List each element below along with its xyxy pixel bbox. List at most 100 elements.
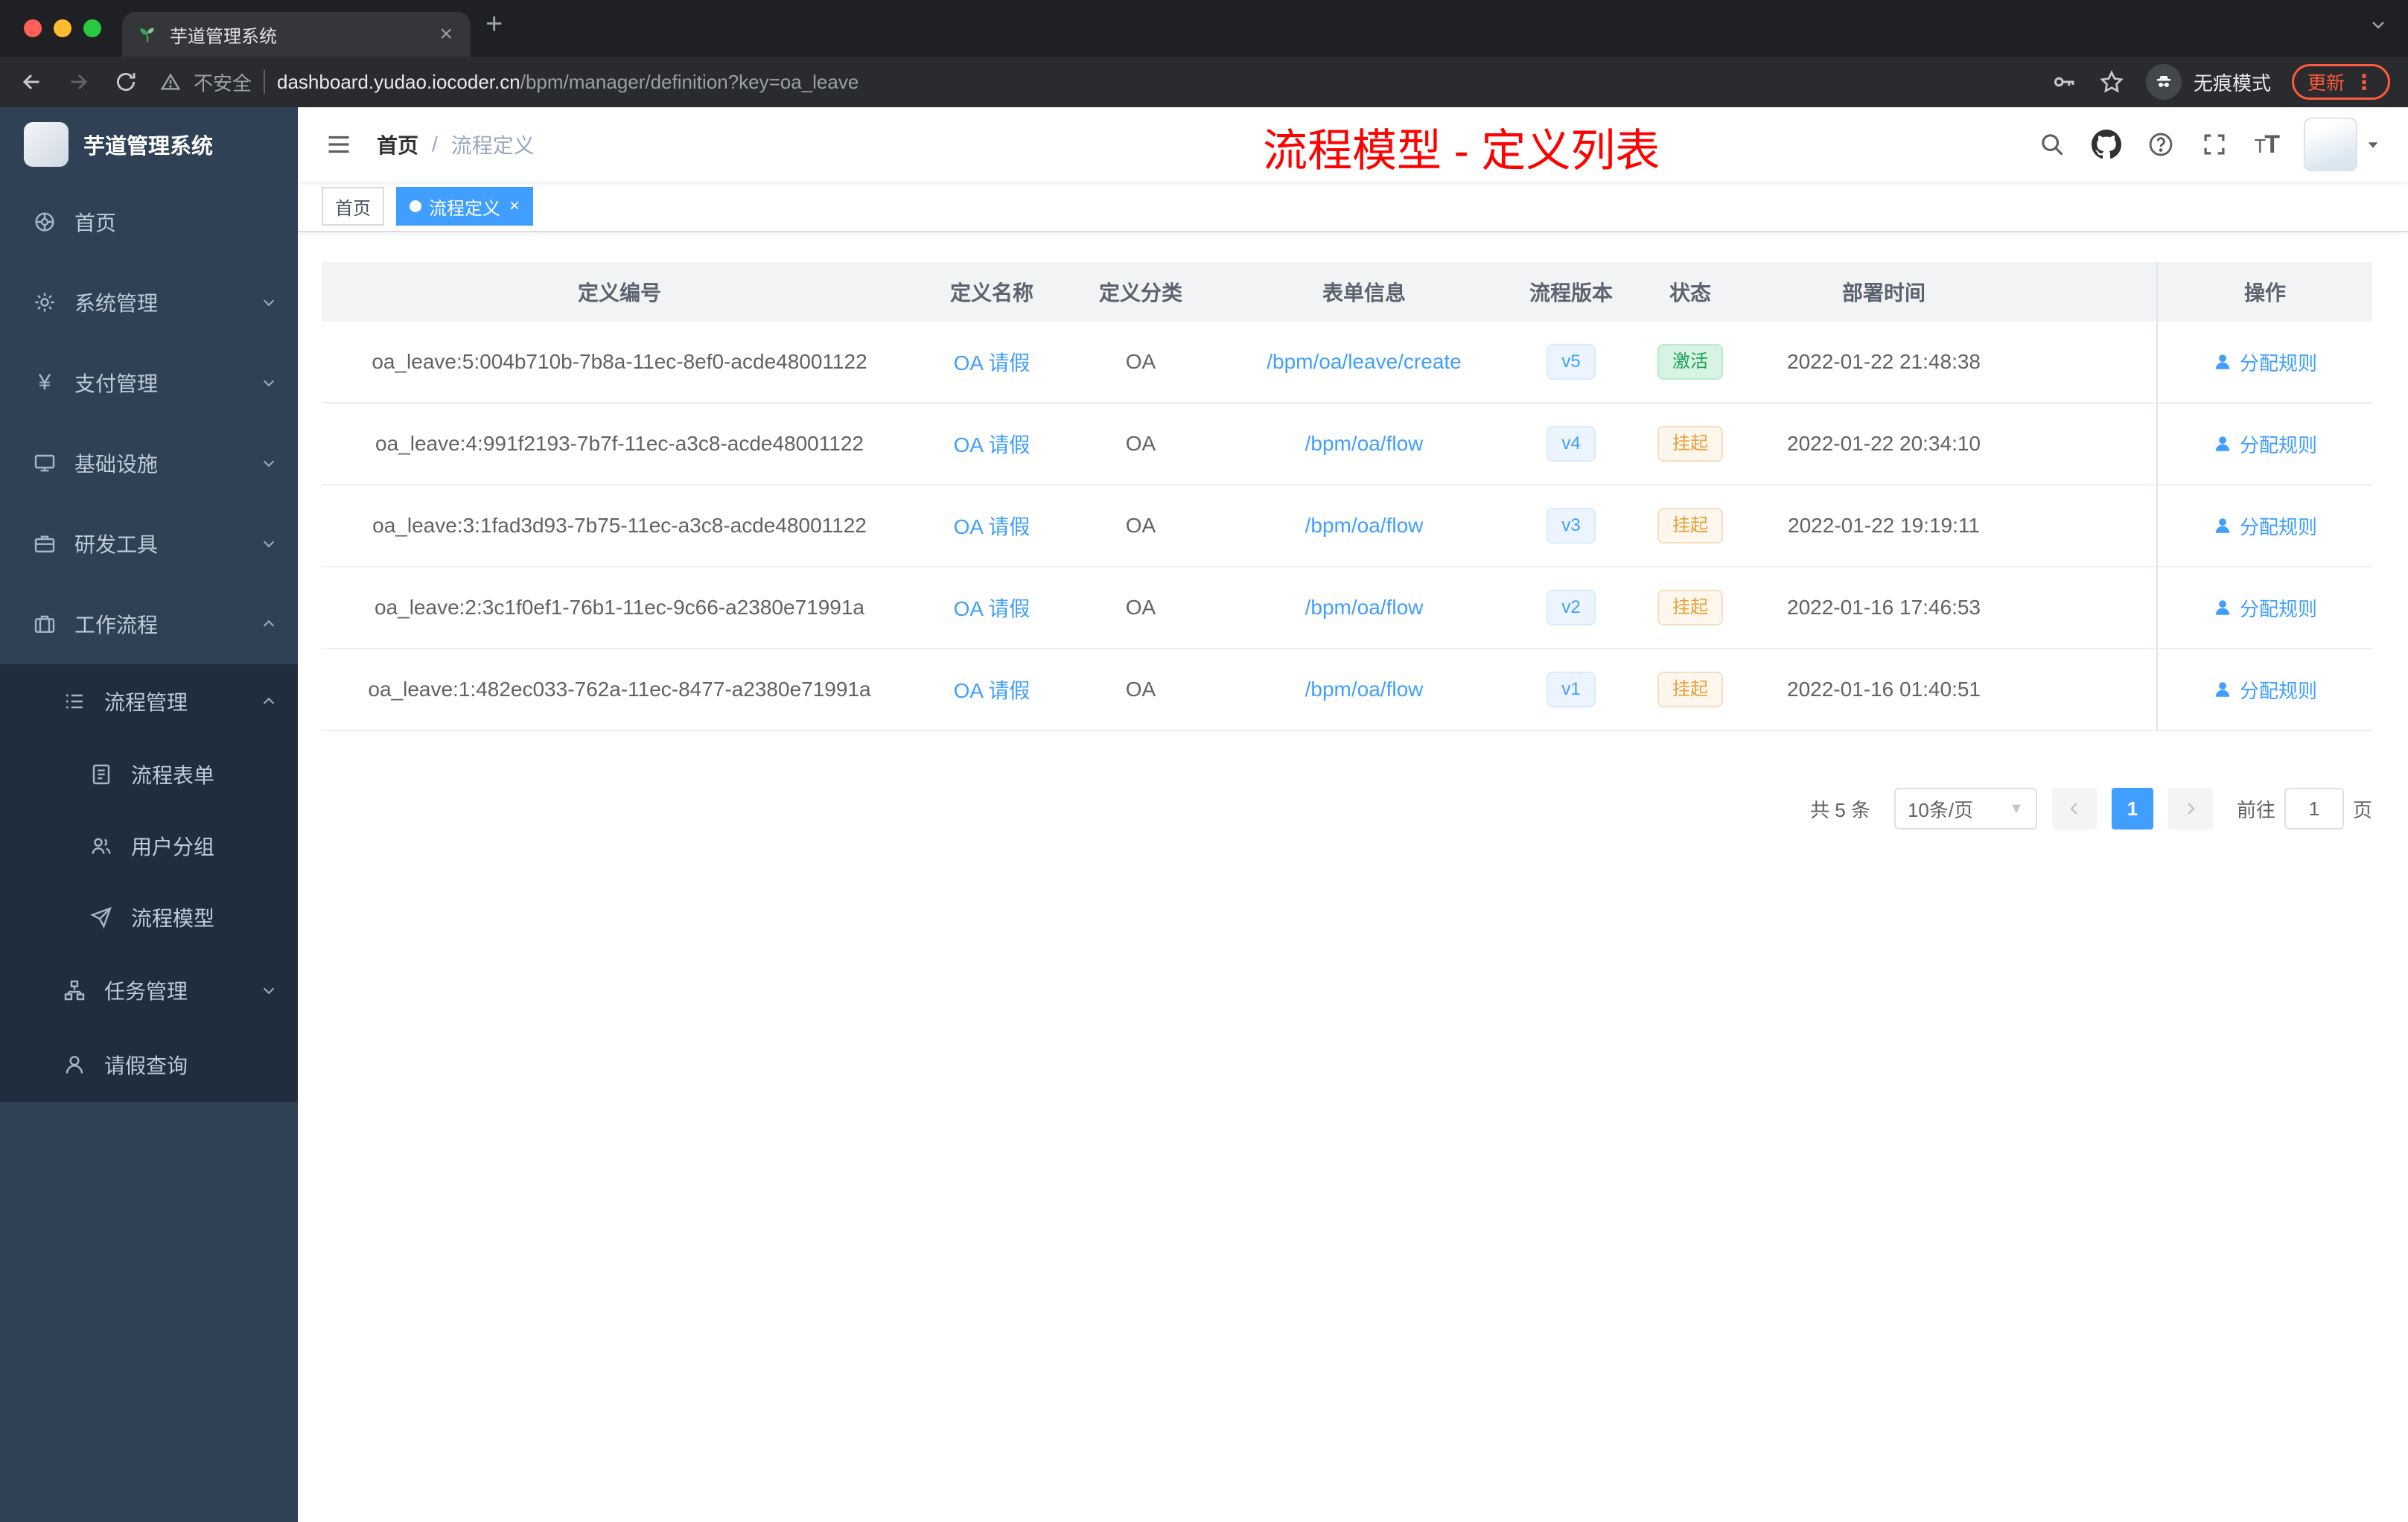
font-size-icon[interactable]: TT <box>2254 130 2280 159</box>
definition-name-link[interactable]: OA 请假 <box>954 593 1031 623</box>
form-info-link[interactable]: /bpm/oa/flow <box>1305 432 1424 456</box>
security-label[interactable]: 不安全 <box>194 69 252 96</box>
sidebar-item-process-model[interactable]: 流程模型 <box>0 882 298 953</box>
browser-menu-icon[interactable]: ⋮ <box>2354 70 2374 95</box>
form-info-link[interactable]: /bpm/oa/flow <box>1305 514 1424 538</box>
search-icon[interactable] <box>2038 130 2066 159</box>
page-unit-label: 页 <box>2352 798 2372 821</box>
chevron-down-icon <box>263 460 275 468</box>
assign-rule-link[interactable]: 分配规则 <box>2213 348 2317 376</box>
sidebar-item-home[interactable]: 首页 <box>0 182 298 262</box>
new-tab-button[interactable]: + <box>471 7 517 50</box>
workflow-submenu: 流程管理 流程表单 用户分组 流程模型 任务管理 请假查询 <box>0 664 298 1102</box>
form-info-link[interactable]: /bpm/oa/flow <box>1305 596 1424 620</box>
github-icon[interactable] <box>2092 130 2122 159</box>
column-header-version: 流程版本 <box>1529 281 1613 305</box>
maximize-window-button[interactable] <box>83 19 101 37</box>
minimize-window-button[interactable] <box>54 19 71 37</box>
sidebar-item-process-management[interactable]: 流程管理 <box>0 664 298 739</box>
next-page-button[interactable] <box>2167 788 2213 830</box>
goto-page-input[interactable] <box>2284 788 2344 830</box>
breadcrumb-home[interactable]: 首页 <box>377 130 418 159</box>
sidebar-item-task-management[interactable]: 任务管理 <box>0 953 298 1028</box>
definition-name-link[interactable]: OA 请假 <box>954 675 1031 704</box>
chevron-down-icon <box>263 299 275 307</box>
browser-tab[interactable]: 芋道管理系统 × <box>122 12 471 57</box>
caret-down-icon <box>2368 142 2378 148</box>
deploy-time: 2022-01-16 01:40:51 <box>1787 678 1981 701</box>
column-header-category: 定义分类 <box>1098 281 1182 305</box>
sidebar-item-system[interactable]: 系统管理 <box>0 262 298 343</box>
sidebar-item-infrastructure[interactable]: 基础设施 <box>0 423 298 503</box>
user-icon <box>2215 682 2230 697</box>
yen-icon: ¥ <box>38 370 51 395</box>
user-icon <box>2215 436 2230 451</box>
user-avatar-menu[interactable] <box>2304 118 2381 171</box>
back-button[interactable] <box>18 69 45 95</box>
sidebar-logo[interactable]: 芋道管理系统 <box>0 107 298 182</box>
deploy-time: 2022-01-22 21:48:38 <box>1787 350 1981 373</box>
sidebar: 芋道管理系统 首页 系统管理 ¥ 支付管理 基础设施 研发工具 工作流程 流程管… <box>0 107 298 1522</box>
select-caret-icon: ▼ <box>2009 800 2024 817</box>
definition-name-link[interactable]: OA 请假 <box>954 429 1031 459</box>
sidebar-item-user-group[interactable]: 用户分组 <box>0 810 298 882</box>
list-icon <box>66 694 83 709</box>
password-key-icon[interactable] <box>2051 69 2077 95</box>
assign-rule-link[interactable]: 分配规则 <box>2213 594 2317 622</box>
form-info-link[interactable]: /bpm/oa/leave/create <box>1267 350 1462 374</box>
incognito-label: 无痕模式 <box>2193 71 2271 95</box>
version-tag: v4 <box>1547 426 1596 462</box>
definition-category: OA <box>1125 514 1156 537</box>
sidebar-item-payment[interactable]: ¥ 支付管理 <box>0 343 298 423</box>
sidebar-toggle-icon[interactable] <box>325 130 353 159</box>
assign-rule-link[interactable]: 分配规则 <box>2213 676 2317 704</box>
warning-icon <box>160 73 181 90</box>
sidebar-item-workflow[interactable]: 工作流程 <box>0 584 298 664</box>
tab-title: 芋道管理系统 <box>170 26 277 47</box>
tag-close-icon[interactable]: × <box>509 196 520 217</box>
version-tag: v2 <box>1547 590 1596 625</box>
tag-process-definition[interactable]: 流程定义 × <box>396 187 534 226</box>
page-size-select[interactable]: 10条/页 ▼ <box>1893 788 2037 830</box>
help-icon[interactable] <box>2147 130 2175 159</box>
screen: 芋道管理系统 × + 不安全 dashboard.yudao.iocoder.c… <box>0 0 2408 1522</box>
close-window-button[interactable] <box>24 19 42 37</box>
page-number-button[interactable]: 1 <box>2111 788 2153 830</box>
sidebar-item-devtools[interactable]: 研发工具 <box>0 503 298 584</box>
send-icon <box>90 907 112 929</box>
definition-category: OA <box>1125 350 1156 373</box>
chevron-down-icon <box>263 380 275 387</box>
sidebar-item-leave-query[interactable]: 请假查询 <box>0 1028 298 1102</box>
assign-rule-link[interactable]: 分配规则 <box>2213 430 2317 458</box>
update-label: 更新 <box>2307 73 2345 94</box>
form-info-link[interactable]: /bpm/oa/flow <box>1305 678 1424 701</box>
table-row: oa_leave:3:1fad3d93-7b75-11ec-a3c8-acde4… <box>322 485 2372 567</box>
definition-id: oa_leave:4:991f2193-7b7f-11ec-a3c8-acde4… <box>375 432 864 455</box>
table-row: oa_leave:2:3c1f0ef1-76b1-11ec-9c66-a2380… <box>322 567 2372 649</box>
reload-button[interactable] <box>113 69 138 95</box>
definition-name-link[interactable]: OA 请假 <box>954 347 1031 377</box>
forward-button[interactable] <box>66 69 92 95</box>
sidebar-menu: 首页 系统管理 ¥ 支付管理 基础设施 研发工具 工作流程 流程管理 流程表单 … <box>0 182 298 1522</box>
tab-close-icon[interactable]: × <box>436 23 456 45</box>
logo-avatar <box>24 122 69 167</box>
breadcrumb: 首页 / 流程定义 <box>377 130 535 159</box>
fullscreen-icon[interactable] <box>2200 130 2229 159</box>
deploy-time: 2022-01-22 19:19:11 <box>1788 514 1980 537</box>
dashboard-icon <box>35 212 54 232</box>
sidebar-item-process-form[interactable]: 流程表单 <box>0 739 298 810</box>
favicon-leaf-icon <box>140 28 154 42</box>
url-text[interactable]: dashboard.yudao.iocoder.cn/bpm/manager/d… <box>277 71 859 94</box>
chevron-down-icon <box>263 541 275 548</box>
address-bar[interactable]: 不安全 dashboard.yudao.iocoder.cn/bpm/manag… <box>159 69 859 96</box>
chevron-up-icon <box>263 620 275 627</box>
status-badge: 挂起 <box>1657 508 1723 544</box>
assign-rule-link[interactable]: 分配规则 <box>2213 512 2317 540</box>
prev-page-button[interactable] <box>2051 788 2097 830</box>
tab-search-icon[interactable] <box>2369 12 2408 45</box>
browser-update-button[interactable]: 更新 ⋮ <box>2291 64 2390 100</box>
bookmark-star-icon[interactable] <box>2098 69 2125 95</box>
breadcrumb-current: 流程定义 <box>450 134 535 157</box>
tag-home[interactable]: 首页 <box>322 187 384 226</box>
definition-name-link[interactable]: OA 请假 <box>954 511 1031 541</box>
